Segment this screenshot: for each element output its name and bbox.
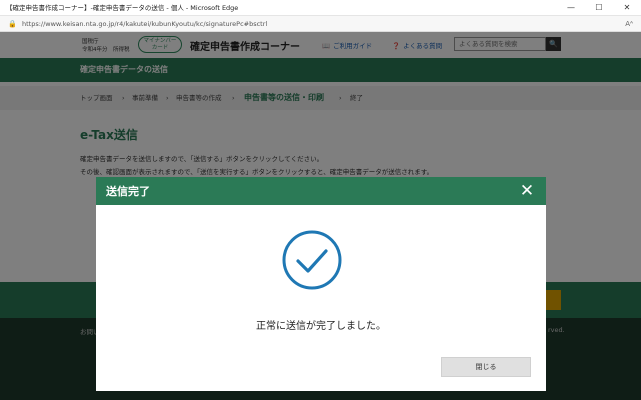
- window-close-button[interactable]: ✕: [613, 0, 641, 16]
- dialog-close-button[interactable]: 閉じる: [441, 357, 531, 377]
- window-title: 【確定申告書作成コーナー】-確定申告書データの送信 - 個人 - Microso…: [6, 4, 239, 12]
- dialog-title: 送信完了: [106, 185, 150, 198]
- send-complete-dialog: 送信完了 ✕ 正常に送信が完了しました。 閉じる: [96, 177, 546, 391]
- dialog-close-icon[interactable]: ✕: [516, 179, 538, 203]
- dialog-header: 送信完了 ✕: [96, 177, 546, 205]
- maximize-button[interactable]: ☐: [585, 0, 613, 16]
- dialog-message: 正常に送信が完了しました。: [256, 321, 386, 332]
- window-controls: — ☐ ✕: [557, 0, 641, 16]
- window-titlebar: 【確定申告書作成コーナー】-確定申告書データの送信 - 個人 - Microso…: [0, 0, 641, 16]
- minimize-button[interactable]: —: [557, 0, 585, 16]
- read-aloud-icon[interactable]: Aᴬ: [625, 16, 633, 32]
- url-text[interactable]: https://www.keisan.nta.go.jp/r4/kakutei/…: [22, 16, 267, 32]
- lock-icon: 🔒: [8, 20, 17, 28]
- address-bar[interactable]: 🔒 https://www.keisan.nta.go.jp/r4/kakute…: [0, 16, 641, 32]
- check-circle-icon: [282, 230, 342, 290]
